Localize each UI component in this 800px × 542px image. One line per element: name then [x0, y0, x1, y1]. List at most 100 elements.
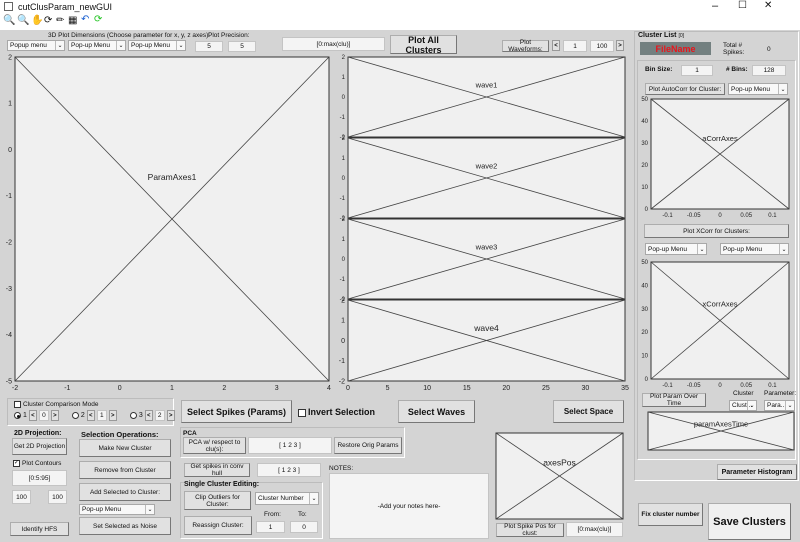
set-noise-button[interactable]: Set Selected as Noise	[79, 517, 171, 535]
make-new-cluster-button[interactable]: Make New Cluster	[79, 439, 171, 457]
chevron-down-icon: ⌄	[145, 505, 154, 514]
plot-contours-checkbox[interactable]: ✓ Plot Contours	[13, 460, 61, 467]
invert-selection-checkbox[interactable]: Invert Selection	[298, 407, 375, 417]
compare-cluster-field[interactable]: 1	[96, 410, 107, 421]
maximize-button[interactable]: ☐	[738, 0, 747, 11]
wave4-axes[interactable]: wave40 5 10 15 20 25 30 35210-1-2	[328, 296, 629, 393]
conv-hull-field[interactable]: [ 1 2 3 ]	[257, 463, 321, 477]
close-button[interactable]: ✕	[764, 0, 772, 11]
precision-field-2[interactable]: 5	[228, 41, 256, 52]
undo-icon[interactable]: ↶	[81, 14, 89, 25]
pan-icon[interactable]: ✋	[31, 15, 43, 26]
next-cluster-button[interactable]: >	[166, 410, 175, 421]
add-cluster-popup[interactable]: Pop-up Menu ⌄	[79, 504, 155, 515]
restore-params-button[interactable]: Restore Orig Params	[334, 437, 402, 454]
reassign-from-field[interactable]: 1	[256, 521, 285, 533]
add-selected-button[interactable]: Add Selected to Cluster:	[79, 483, 171, 501]
parameter-histogram-button[interactable]: Parameter Histogram	[717, 464, 797, 480]
radio-label: 3	[138, 412, 143, 419]
checkbox-checked-icon: ✓	[13, 460, 20, 467]
remove-from-cluster-button[interactable]: Remove from Cluster	[79, 461, 171, 479]
rotate-icon[interactable]: ⟳	[44, 15, 52, 26]
app-icon	[4, 2, 13, 11]
pca-button[interactable]: PCA w/ respect to clu(s):	[183, 437, 246, 454]
select-space-button[interactable]: Select Space	[553, 400, 624, 423]
compare-radio-2[interactable]: 2 <1 >	[71, 410, 117, 421]
get-2d-projection-button[interactable]: Get 2D Projection	[12, 438, 67, 455]
from-label: From:	[264, 511, 281, 518]
zoom-in-icon[interactable]: 🔍	[3, 15, 15, 26]
select-spikes-button[interactable]: Select Spikes (Params)	[181, 400, 292, 423]
pca-clusters-field[interactable]: [ 1 2 3 ]	[248, 437, 332, 454]
popup-value: Cluster Number	[258, 495, 304, 502]
contour-levels-field[interactable]: [0:5:95]	[12, 470, 67, 486]
notes-label: NOTES:	[329, 465, 354, 472]
popup-value: Pop-up Menu	[648, 245, 688, 253]
compare-cluster-field[interactable]: 2	[154, 410, 165, 421]
conv-hull-button[interactable]: Get spikes in conv hull	[184, 463, 250, 477]
cluster-label: Cluster	[733, 390, 754, 397]
plot-autocorr-button[interactable]: Plot AutoCorr for Cluster:	[645, 83, 725, 95]
fix-cluster-number-button[interactable]: Fix cluster number	[638, 503, 703, 526]
y-tick-label: 0	[342, 176, 346, 182]
window-title: cutClusParam_newGUI	[18, 2, 113, 12]
prev-waveforms-button[interactable]: <	[552, 40, 560, 51]
y-tick-label: 0	[8, 147, 12, 154]
spike-pos-field[interactable]: [0:max(clu)]	[566, 522, 623, 537]
next-waveforms-button[interactable]: >	[616, 40, 624, 51]
axes-title: wave4	[473, 323, 499, 333]
projection-field-a[interactable]: 100	[12, 490, 31, 504]
y-param-popup[interactable]: Pop-up Menu ⌄	[68, 40, 126, 51]
bins-field[interactable]: 128	[752, 65, 786, 76]
time-cluster-popup[interactable]: Clust... ⌄	[729, 400, 757, 411]
compare-radio-3[interactable]: 3 <2 >	[129, 410, 175, 421]
plot-waveforms-button[interactable]: Plot Waveforms:	[502, 39, 549, 53]
clip-cluster-popup[interactable]: Cluster Number ⌄	[255, 492, 319, 505]
wave-from-field[interactable]: 1	[563, 40, 587, 52]
autocorr-cluster-popup[interactable]: Pop-up Menu ⌄	[728, 83, 788, 95]
plot-param-over-time-button[interactable]: Plot Param Over Time	[642, 393, 706, 407]
plot-spike-pos-button[interactable]: Plot Spike Pos for clust:	[496, 523, 564, 537]
grid-icon[interactable]: ▦	[68, 15, 77, 26]
refresh-icon[interactable]: ⟳	[94, 14, 102, 25]
select-waves-button[interactable]: Select Waves	[398, 400, 475, 423]
time-parameter-popup[interactable]: Para... ⌄	[764, 400, 795, 411]
projection-field-b[interactable]: 100	[48, 490, 67, 504]
filename-display: FileName	[640, 42, 711, 55]
notes-textarea[interactable]: -Add your notes here-	[329, 473, 489, 539]
plot-contours-label: Plot Contours	[22, 460, 62, 468]
axes-title: wave1	[475, 80, 498, 89]
param-axes[interactable]: ParamAxes1-2 -1 0 1 2 3 4210-1-2-3-4-5	[0, 53, 333, 393]
compare-radio-1[interactable]: 1 <0 >	[14, 410, 59, 421]
clusters-field[interactable]: [0:max(clu)]	[282, 37, 385, 51]
xcorr-cluster-1-popup[interactable]: Pop-up Menu ⌄	[645, 243, 707, 255]
identify-hfs-button[interactable]: Identify HFS	[10, 522, 69, 536]
precision-field-1[interactable]: 5	[195, 41, 223, 52]
prev-cluster-button[interactable]: <	[28, 410, 37, 421]
cluster-list-label: Cluster List [0]	[638, 32, 684, 39]
zoom-out-icon[interactable]: 🔍	[17, 15, 29, 26]
reassign-to-field[interactable]: 0	[290, 521, 318, 533]
pos-axes[interactable]: axesPos	[476, 429, 627, 531]
next-cluster-button[interactable]: >	[50, 410, 59, 421]
plot-all-clusters-button[interactable]: Plot All Clusters	[390, 35, 457, 55]
clip-outliers-button[interactable]: Clip Outliers for Cluster:	[184, 491, 251, 510]
save-clusters-button[interactable]: Save Clusters	[708, 503, 791, 540]
x-param-popup[interactable]: Popup menu ⌄	[7, 40, 65, 51]
data-cursor-icon[interactable]: ✏	[56, 15, 64, 26]
z-param-popup[interactable]: Pop-up Menu ⌄	[128, 40, 186, 51]
compare-cluster-field[interactable]: 0	[38, 410, 49, 421]
bin-size-field[interactable]: 1	[681, 65, 713, 76]
compare-mode-checkbox[interactable]: Cluster Comparison Mode	[14, 401, 99, 408]
y-tick-label: -1	[6, 193, 12, 200]
plot-xcorr-button[interactable]: Plot XCorr for Clusters:	[644, 224, 789, 238]
minimize-button[interactable]: –	[712, 0, 718, 12]
wave-to-field[interactable]: 100	[590, 40, 614, 52]
y-tick-label: -2	[6, 239, 12, 246]
next-cluster-button[interactable]: >	[108, 410, 117, 421]
prev-cluster-button[interactable]: <	[144, 410, 153, 421]
reassign-cluster-button[interactable]: Reassign Cluster:	[184, 516, 252, 535]
xcorr-cluster-2-popup[interactable]: Pop-up Menu ⌄	[720, 243, 789, 255]
prev-cluster-button[interactable]: <	[86, 410, 95, 421]
total-spikes-label: Total # Spikes:	[723, 42, 745, 56]
